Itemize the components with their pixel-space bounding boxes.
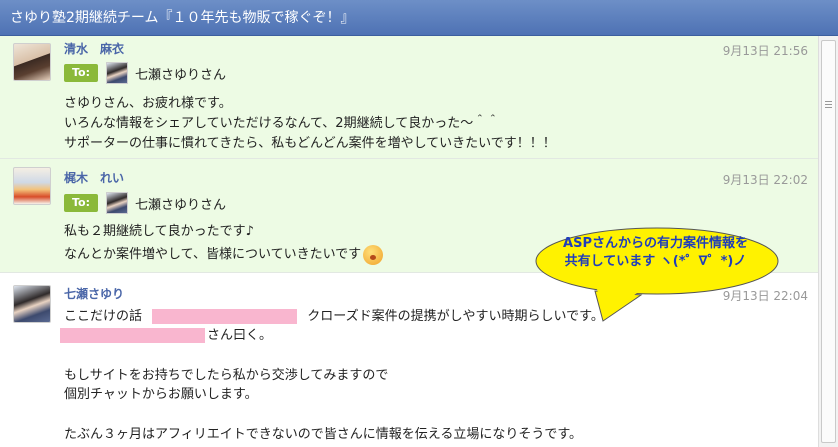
to-badge: To: [64, 194, 98, 212]
timestamp: 9月13日 21:56 [722, 44, 808, 58]
message-line: いろんな情報をシェアしていただけるなんて、2期継続して良かった～＾＾ [64, 116, 500, 131]
to-row: To: 七瀬さゆりさん [64, 62, 226, 84]
recipient-name: 七瀬さゆりさん [135, 197, 227, 213]
message-line: さん曰く。 [60, 324, 272, 343]
sender-name[interactable]: 清水 麻衣 [64, 40, 124, 57]
callout-text: ASPさんからの有力案件情報を 共有しています ヽ(*゜∇゜*)ノ [563, 236, 748, 269]
message-text: なんとか案件増やして、皆様についていきたいです [64, 247, 362, 262]
message-item: 清水 麻衣 9月13日 21:56 To: 七瀬さゆりさん さゆりさん、お疲れ様… [0, 36, 818, 159]
message-line: ここだけの話 クローズド案件の提携がしやすい時期らしいです。 [64, 305, 604, 324]
callout-annotation: ASPさんからの有力案件情報を 共有しています ヽ(*゜∇゜*)ノ [533, 225, 783, 323]
scrollbar[interactable] [818, 36, 838, 447]
to-badge: To: [64, 64, 98, 82]
avatar[interactable] [13, 167, 51, 205]
redaction-bar [60, 328, 205, 343]
message-text: さん曰く。 [207, 328, 273, 343]
message-line: たぶん３ヶ月はアフィリエイトできないので皆さんに情報を伝える立場になりそうです。 [64, 427, 583, 442]
avatar[interactable] [13, 43, 51, 81]
to-row: To: 七瀬さゆりさん [64, 192, 226, 214]
message-line-with-emoji: なんとか案件増やして、皆様についていきたいです [64, 243, 384, 265]
message-line: 私も２期継続して良かったです♪ [64, 224, 254, 239]
message-text: ここだけの話 [64, 309, 143, 324]
chat-title: さゆり塾2期継続チーム『１０年先も物販で稼ぐぞ！』 [0, 0, 838, 36]
crying-face-icon [363, 244, 384, 265]
redaction-bar [152, 309, 298, 324]
recipient-avatar [106, 62, 128, 84]
recipient-avatar [106, 192, 128, 214]
sender-name[interactable]: 七瀬さゆり [64, 285, 124, 302]
scroll-thumb[interactable] [821, 40, 836, 443]
message-line: さゆりさん、お疲れ様です。 [64, 96, 232, 111]
message-line: サポーターの仕事に慣れてきたら、私もどんどん案件を増やしていきたいです！！！ [64, 136, 556, 151]
sender-name[interactable]: 梶木 れい [64, 169, 124, 186]
recipient-name: 七瀬さゆりさん [135, 67, 227, 83]
message-line: もしサイトをお持ちでしたら私から交渉してみますので [64, 368, 389, 383]
avatar[interactable] [13, 285, 51, 323]
timestamp: 9月13日 22:02 [722, 173, 808, 187]
grip-icon [825, 101, 832, 110]
message-line: 個別チャットからお願いします。 [64, 387, 258, 402]
